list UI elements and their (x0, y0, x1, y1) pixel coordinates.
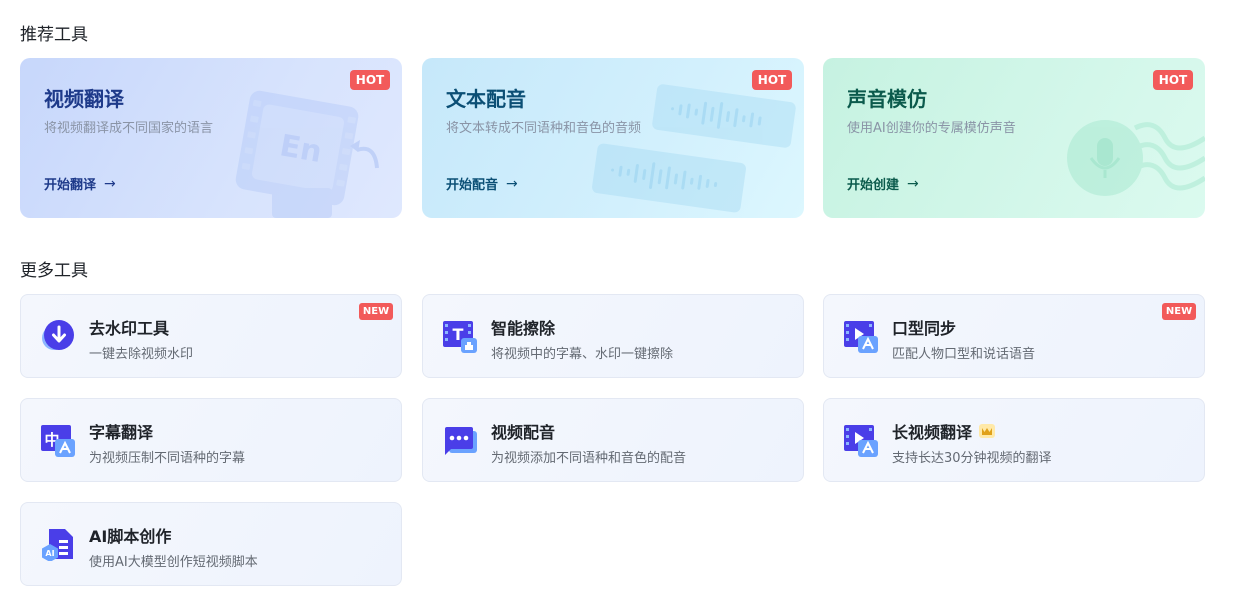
tool-name-text: AI脚本创作 (89, 527, 172, 546)
tool-desc: 一键去除视频水印 (89, 347, 194, 362)
featured-desc: 将文本转成不同语种和音色的音频 (446, 121, 642, 136)
recommended-tools-heading: 推荐工具 (20, 25, 88, 45)
new-badge: NEW (359, 303, 393, 320)
tool-desc: 支持长达30分钟视频的翻译 (892, 451, 1052, 466)
tool-desc: 匹配人物口型和说话语音 (892, 347, 1036, 362)
tool-name: 长视频翻译 (892, 419, 996, 443)
featured-desc: 使用AI创建你的专属模仿声音 (847, 121, 1016, 136)
svg-text:En: En (277, 128, 324, 170)
tool-subtitle-translate[interactable]: 中 字幕翻译 为视频压制不同语种的字幕 (20, 398, 402, 482)
start-translate-link[interactable]: 开始翻译 → (44, 174, 116, 194)
tool-smart-erase[interactable]: T 智能擦除 将视频中的字幕、水印一键擦除 (422, 294, 804, 378)
featured-card-voice-clone[interactable]: 声音模仿 使用AI创建你的专属模仿声音 开始创建 → HOT (823, 58, 1205, 218)
tool-name-text: 智能擦除 (491, 319, 556, 338)
tool-name: 去水印工具 (89, 315, 169, 339)
subtitle-translate-icon: 中 (41, 425, 75, 457)
tool-desc: 为视频添加不同语种和音色的配音 (491, 451, 687, 466)
tool-watermark-remover[interactable]: 去水印工具 一键去除视频水印 NEW (20, 294, 402, 378)
tool-name: 智能擦除 (491, 315, 555, 339)
video-translate-icon (844, 425, 878, 457)
tool-long-video-translate[interactable]: 长视频翻译 支持长达30分钟视频的翻译 (823, 398, 1205, 482)
more-tools-heading: 更多工具 (20, 261, 88, 281)
tool-ai-script[interactable]: AI AI脚本创作 使用AI大模型创作短视频脚本 (20, 502, 402, 586)
featured-title: 视频翻译 (44, 87, 124, 111)
crown-icon (979, 424, 996, 438)
tool-name-text: 去水印工具 (89, 319, 170, 338)
tool-name-text: 口型同步 (892, 319, 957, 338)
text-erase-icon: T (443, 321, 477, 353)
tool-desc: 使用AI大模型创作短视频脚本 (89, 555, 258, 570)
tool-lip-sync[interactable]: 口型同步 匹配人物口型和说话语音 NEW (823, 294, 1205, 378)
video-lipsync-icon (844, 321, 878, 353)
tool-name-text: 字幕翻译 (89, 423, 154, 442)
start-dubbing-link[interactable]: 开始配音 → (446, 174, 518, 194)
tool-name-text: 长视频翻译 (892, 423, 973, 442)
arrow-right-icon: → (104, 175, 116, 192)
ai-icon-text: AI (45, 549, 54, 558)
link-label: 开始创建 (847, 178, 900, 193)
featured-title: 文本配音 (446, 87, 526, 111)
link-label: 开始配音 (446, 178, 499, 193)
hot-badge: HOT (752, 70, 792, 90)
tool-name: 视频配音 (491, 419, 555, 443)
tool-name: AI脚本创作 (89, 523, 171, 547)
featured-card-text-dubbing[interactable]: 文本配音 将文本转成不同语种和音色的音频 开始配音 → HOT (422, 58, 804, 218)
tool-name: 字幕翻译 (89, 419, 153, 443)
tool-name: 口型同步 (892, 315, 956, 339)
tool-desc: 将视频中的字幕、水印一键擦除 (491, 347, 674, 362)
hot-badge: HOT (350, 70, 390, 90)
featured-desc: 将视频翻译成不同国家的语言 (44, 121, 214, 136)
featured-title: 声音模仿 (847, 87, 927, 111)
start-create-link[interactable]: 开始创建 → (847, 174, 919, 194)
link-label: 开始翻译 (44, 178, 97, 193)
hot-badge: HOT (1153, 70, 1193, 90)
tool-desc: 为视频压制不同语种的字幕 (89, 451, 246, 466)
download-circle-icon (42, 320, 74, 350)
arrow-right-icon: → (506, 175, 518, 192)
featured-card-video-translate[interactable]: En 视频翻译 将视频翻译成不同国家的语言 开始翻译 → HOT (20, 58, 402, 218)
new-badge: NEW (1162, 303, 1196, 320)
chat-dots-icon (443, 427, 477, 455)
tool-video-dubbing[interactable]: 视频配音 为视频添加不同语种和音色的配音 (422, 398, 804, 482)
arrow-right-icon: → (907, 175, 919, 192)
tool-name-text: 视频配音 (491, 423, 556, 442)
ai-document-icon: AI (42, 529, 73, 561)
